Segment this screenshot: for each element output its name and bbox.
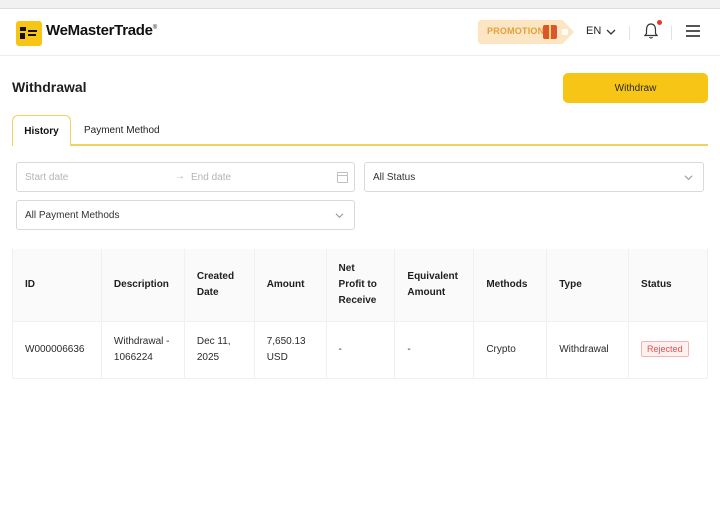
cell-equivalent-amount: - bbox=[394, 321, 475, 379]
table-header-row: ID Description Created Date Amount Net P… bbox=[12, 249, 708, 322]
tab-history[interactable]: History bbox=[12, 115, 71, 146]
date-range-picker[interactable]: Start date → End date bbox=[16, 162, 355, 192]
language-selector[interactable]: EN bbox=[586, 25, 601, 37]
promotion-label: PROMOTION bbox=[487, 26, 545, 36]
promotion-dot bbox=[562, 29, 568, 35]
notification-dot bbox=[657, 20, 662, 25]
column-header-status[interactable]: Status bbox=[628, 249, 708, 322]
cell-amount: 7,650.13 USD bbox=[254, 321, 327, 379]
brand-name[interactable]: WeMasterTrade® bbox=[46, 22, 157, 39]
cell-type: Withdrawal bbox=[546, 321, 630, 379]
column-header-equivalent-amount[interactable]: Equivalent Amount bbox=[394, 249, 475, 322]
column-header-net-profit[interactable]: Net Profit to Receive bbox=[326, 249, 396, 322]
cell-method: Crypto bbox=[473, 321, 548, 379]
cell-id: W000006636 bbox=[12, 321, 102, 379]
range-arrow-icon: → bbox=[175, 171, 185, 182]
tab-payment-method[interactable]: Payment Method bbox=[84, 115, 160, 146]
calendar-icon bbox=[337, 172, 348, 183]
brand-logo-icon[interactable] bbox=[16, 21, 42, 46]
table-row[interactable]: W000006636 Withdrawal - 1066224 Dec 11, … bbox=[12, 321, 708, 379]
header-divider bbox=[629, 26, 630, 40]
tab-bar: History Payment Method bbox=[12, 115, 708, 146]
page-title: Withdrawal bbox=[12, 79, 87, 95]
payment-method-select[interactable]: All Payment Methods bbox=[16, 200, 355, 230]
promotion-button[interactable]: PROMOTION bbox=[478, 20, 574, 44]
column-header-id[interactable]: ID bbox=[12, 249, 102, 322]
chevron-down-icon bbox=[335, 213, 344, 219]
status-badge: Rejected bbox=[641, 341, 689, 357]
column-header-created-date[interactable]: Created Date bbox=[184, 249, 255, 322]
column-header-description[interactable]: Description bbox=[101, 249, 185, 322]
column-header-methods[interactable]: Methods bbox=[473, 249, 548, 322]
browser-top-strip bbox=[0, 0, 720, 9]
top-header: WeMasterTrade® PROMOTION EN bbox=[0, 10, 720, 56]
start-date-input[interactable]: Start date bbox=[25, 172, 68, 183]
column-header-type[interactable]: Type bbox=[546, 249, 630, 322]
status-select-value: All Status bbox=[373, 172, 416, 183]
withdraw-button[interactable]: Withdraw bbox=[563, 73, 708, 103]
header-divider bbox=[671, 26, 672, 40]
withdrawal-history-table: ID Description Created Date Amount Net P… bbox=[12, 249, 708, 379]
chevron-down-icon bbox=[684, 175, 693, 181]
end-date-input[interactable]: End date bbox=[191, 172, 231, 183]
column-header-amount[interactable]: Amount bbox=[254, 249, 327, 322]
chevron-down-icon[interactable] bbox=[606, 27, 616, 37]
status-select[interactable]: All Status bbox=[364, 162, 704, 192]
cell-net-profit: - bbox=[326, 321, 396, 379]
cell-description: Withdrawal - 1066224 bbox=[101, 321, 185, 379]
cell-created-date: Dec 11, 2025 bbox=[184, 321, 255, 379]
payment-method-select-value: All Payment Methods bbox=[25, 210, 120, 221]
cell-status: Rejected bbox=[628, 321, 708, 379]
gift-icon bbox=[543, 25, 557, 39]
hamburger-menu-icon[interactable] bbox=[686, 25, 700, 37]
